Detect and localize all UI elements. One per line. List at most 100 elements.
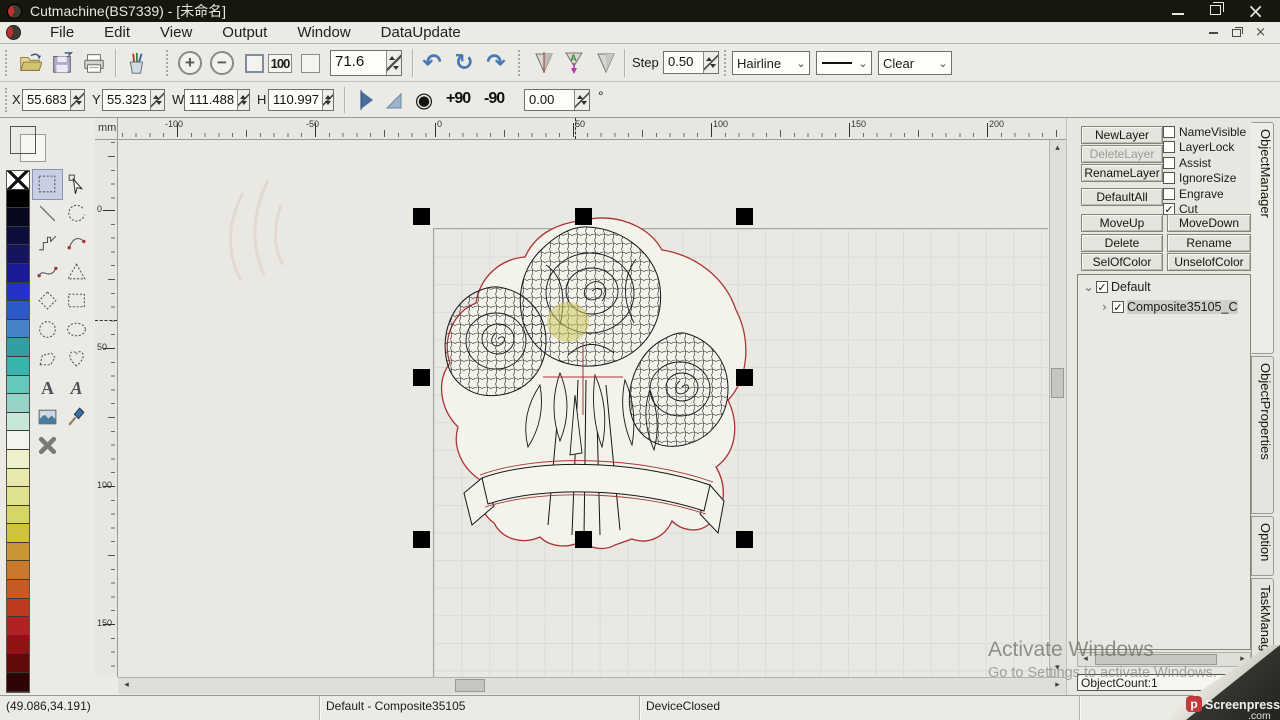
checkbox-assist[interactable]: Assist (1163, 155, 1246, 171)
step-value[interactable]: 0.50 (664, 52, 703, 73)
rotate-cw-button[interactable]: +90 (446, 90, 470, 108)
tree-checkbox-icon[interactable]: ✓ (1112, 301, 1124, 313)
checkbox-unchecked-icon[interactable] (1163, 141, 1175, 153)
angle-spinner[interactable]: 0.00 (524, 89, 590, 111)
tab-objectproperties[interactable]: ObjectProperties (1251, 356, 1274, 514)
selection-handle-2[interactable] (736, 208, 753, 225)
print-button[interactable] (80, 49, 108, 77)
delete-button[interactable]: Delete (1081, 234, 1163, 252)
x-position-value[interactable]: 55.683 (23, 90, 70, 110)
tool-line[interactable] (33, 199, 62, 228)
mirror-vertical-button[interactable] (380, 86, 408, 114)
rotate-ccw-button[interactable]: -90 (484, 90, 504, 108)
palette-swatch-2[interactable] (7, 208, 29, 227)
zoom-fit-button[interactable] (240, 49, 268, 77)
zoom-in-button[interactable]: + (176, 49, 204, 77)
current-color-swatch[interactable] (10, 126, 36, 154)
tab-option[interactable]: Option (1251, 516, 1274, 576)
blade-text-button[interactable]: A (560, 49, 588, 77)
checkbox-unchecked-icon[interactable] (1163, 157, 1175, 169)
tab-objectmanager[interactable]: ObjectManager (1251, 122, 1274, 354)
close-button[interactable]: × (1247, 0, 1264, 22)
selection-handle-3[interactable] (413, 369, 430, 386)
delete-layer-button[interactable]: DeleteLayer (1081, 145, 1163, 163)
scroll-down-icon[interactable]: ▾ (1050, 661, 1065, 676)
palette-swatch-22[interactable] (7, 580, 29, 599)
height-spinner[interactable]: 110.997 (268, 89, 334, 111)
palette-swatch-14[interactable] (7, 431, 29, 450)
mdi-close-button[interactable]: × (1255, 28, 1266, 38)
palette-swatch-1[interactable] (7, 190, 29, 209)
zoom-level-value[interactable]: 71.6 (331, 51, 386, 75)
selection-handle-4[interactable] (736, 369, 753, 386)
tool-node-edit[interactable] (62, 170, 91, 199)
menu-output[interactable]: Output (207, 22, 282, 43)
palette-swatch-20[interactable] (7, 543, 29, 562)
v-scroll-thumb[interactable] (1051, 368, 1064, 398)
tool-polygon[interactable] (33, 344, 62, 373)
zoom-100-button[interactable]: 100 (266, 49, 294, 77)
toolbar-grip[interactable] (724, 50, 727, 76)
selection-handle-5[interactable] (413, 531, 430, 548)
palette-swatch-25[interactable] (7, 636, 29, 655)
mirror-horizontal-button[interactable] (352, 86, 380, 114)
new-layer-button[interactable]: NewLayer (1081, 126, 1163, 144)
move-down-button[interactable]: MoveDown (1167, 214, 1251, 232)
tool-select[interactable] (33, 170, 62, 199)
palette-swatch-16[interactable] (7, 469, 29, 488)
tool-image[interactable] (33, 402, 62, 431)
palette-none-swatch[interactable] (7, 171, 29, 190)
tool-delete[interactable] (33, 431, 62, 460)
tool-arc[interactable] (62, 199, 91, 228)
spinner-arrows[interactable] (70, 90, 84, 110)
spinner-arrows[interactable] (322, 90, 333, 110)
palette-swatch-21[interactable] (7, 561, 29, 580)
toolbar-grip[interactable] (518, 50, 521, 76)
chevron-right-icon[interactable]: › (1098, 300, 1111, 314)
menu-dataupdate[interactable]: DataUpdate (366, 22, 476, 43)
toolbar-grip[interactable] (5, 50, 8, 76)
checkbox-unchecked-icon[interactable] (1163, 172, 1175, 184)
palette-swatch-8[interactable] (7, 320, 29, 339)
save-button[interactable] (48, 49, 76, 77)
tool-triangle[interactable] (62, 257, 91, 286)
tool-eyedropper[interactable] (62, 402, 91, 431)
rename-button[interactable]: Rename (1167, 234, 1251, 252)
checkbox-layerlock[interactable]: LayerLock (1163, 140, 1246, 156)
palette-swatch-24[interactable] (7, 617, 29, 636)
tool-ellipse[interactable] (62, 315, 91, 344)
palette-swatch-5[interactable] (7, 264, 29, 283)
blade-plain-button[interactable] (592, 49, 620, 77)
rename-layer-button[interactable]: RenameLayer (1081, 164, 1163, 182)
spinner-arrows[interactable] (703, 52, 718, 73)
checkbox-ignoresize[interactable]: IgnoreSize (1163, 171, 1246, 187)
fill-type-dropdown[interactable]: Clear ⌄ (878, 51, 952, 75)
palette-swatch-26[interactable] (7, 654, 29, 673)
h-scroll-thumb[interactable] (455, 679, 485, 692)
palette-swatch-9[interactable] (7, 338, 29, 357)
palette-swatch-10[interactable] (7, 357, 29, 376)
checkbox-namevisible[interactable]: NameVisible (1163, 124, 1246, 140)
palette-swatch-27[interactable] (7, 673, 29, 692)
horizontal-ruler[interactable]: -100-50050100150200 (118, 118, 1066, 140)
palette-swatch-3[interactable] (7, 227, 29, 246)
open-button[interactable] (16, 49, 44, 77)
vertical-ruler[interactable]: 050100150 (95, 140, 118, 677)
menu-edit[interactable]: Edit (89, 22, 145, 43)
height-value[interactable]: 110.997 (269, 90, 322, 110)
canvas-vertical-scrollbar[interactable]: ▴ ▾ (1049, 140, 1066, 677)
mdi-minimize-button[interactable] (1209, 32, 1218, 34)
zoom-out-button[interactable]: − (208, 49, 236, 77)
scroll-up-icon[interactable]: ▴ (1050, 141, 1065, 156)
menu-view[interactable]: View (145, 22, 207, 43)
angle-value[interactable]: 0.00 (525, 90, 574, 110)
selection-handle-7[interactable] (736, 531, 753, 548)
tree-item-default[interactable]: ⌄✓Default (1078, 278, 1250, 295)
center-origin-button[interactable]: ◉ (410, 86, 438, 114)
selection-handle-1[interactable] (575, 208, 592, 225)
checkbox-engrave[interactable]: Engrave (1163, 186, 1246, 202)
menu-file[interactable]: File (35, 22, 89, 43)
blade-origin-button[interactable] (530, 49, 558, 77)
scroll-left-icon[interactable]: ◂ (1078, 652, 1093, 667)
restore-button[interactable] (1210, 0, 1221, 22)
